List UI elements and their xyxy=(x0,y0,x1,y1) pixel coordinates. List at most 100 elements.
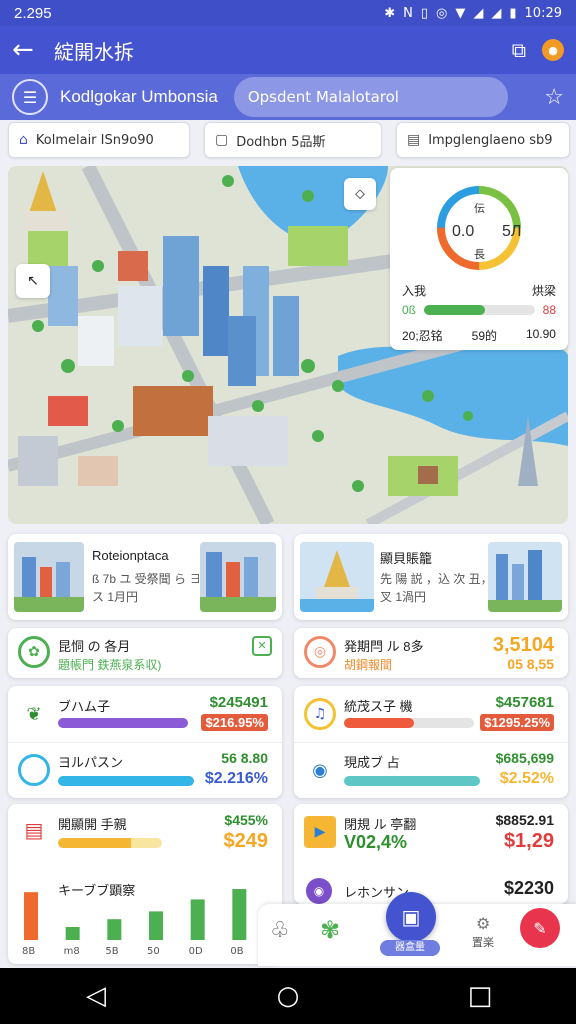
drop-icon: ◉ xyxy=(312,759,328,781)
feature-sub: ス 1月円 xyxy=(92,590,139,604)
chip-list[interactable]: ▤ Impglenglaeno sb9 xyxy=(395,122,570,158)
finance-amount-badge: $216.95% xyxy=(201,714,268,731)
bluetooth-icon: ✱ xyxy=(384,5,396,21)
summary-title: 発期閂 ル 8多 xyxy=(344,639,424,654)
chart-bar xyxy=(65,927,80,940)
chart-tick-label: 0D xyxy=(189,946,203,957)
summary-amount-2: 05 8,55 xyxy=(507,656,554,672)
city-thumbnail-2 xyxy=(200,542,276,612)
feature-sub: 先 陽 説 ，込 次 丑， xyxy=(380,572,493,586)
document-icon: ▤ xyxy=(24,818,44,842)
chart-card[interactable]: ▤ 開顯開 手親 $455% $249 キーブブ顕察 8B m8 5B 50 0D 0B xyxy=(8,804,282,964)
back-triangle-icon[interactable]: ◁ xyxy=(76,981,116,1011)
target-circle-icon: ◎ xyxy=(304,636,336,668)
finance-card-right[interactable]: ♫ 統茂ス子 機 $457681 $1295.25% ◉ 現成ブ 占 $685,… xyxy=(294,686,568,798)
gauge-bottom-label: 長 xyxy=(474,248,485,261)
finance-amount: 56 8.80 xyxy=(221,750,268,766)
status-time: 2.295 xyxy=(14,4,52,22)
app-bar: ← 綻開水拆 ⧉ ● xyxy=(0,26,576,74)
home-circle-icon[interactable]: ○ xyxy=(268,981,308,1011)
gauge-right-value: 5Л xyxy=(502,223,521,240)
chip-calendar[interactable]: ▢ Dodhbn 5品斯 xyxy=(203,122,382,158)
gauge-card: 0.0 5Л 伝 長 入我 烘梁 0ß 88 20;忍铭 59的 10.90 xyxy=(390,168,568,350)
status-bar: 2.295 ✱ N ▯ ◎ ▼ ◢ ◢ ▮ 10:29 xyxy=(0,0,576,26)
summary-sub: 題帳門 鉄燕泉系収) xyxy=(58,658,162,672)
finance-card-lower-right[interactable]: ▶ 閉規 ル 亭翻 V02,4% $8852.91 $1,29 ◉ レホンサン … xyxy=(294,804,568,904)
location-search-field[interactable]: Opsdent Malalotarol xyxy=(233,77,508,117)
gauge-row-label: 烘梁 xyxy=(531,284,556,298)
finance-progress-bar xyxy=(58,776,194,786)
finance-title: ブハム子 xyxy=(58,699,111,714)
chart-tick-label: 0B xyxy=(230,946,243,957)
summary-sub: 胡鋼報間 xyxy=(344,658,393,672)
battery-icon: ▮ xyxy=(509,5,517,21)
center-nav-label: 器盒量 xyxy=(380,940,440,956)
favorite-star-icon[interactable]: ☆ xyxy=(544,85,564,110)
finance-title: 開顯開 手親 xyxy=(58,817,127,832)
profile-badge-icon[interactable]: ● xyxy=(542,39,564,61)
map-locate-icon[interactable]: ↖ xyxy=(16,264,50,298)
divider xyxy=(8,742,282,743)
action-button[interactable]: ✎ xyxy=(520,908,560,948)
center-nav-button[interactable]: ▣ xyxy=(386,892,436,942)
wifi-icon: ▼ xyxy=(455,5,466,21)
chip-home[interactable]: ⌂ Kolmelair ISn9o90 xyxy=(8,122,190,158)
finance-amount-2: $2.216% xyxy=(204,770,268,787)
back-arrow-icon[interactable]: ← xyxy=(12,35,44,65)
finance-amount: $685,699 xyxy=(495,750,554,766)
chart-tick-label: 5B xyxy=(105,946,118,957)
finance-title: 統茂ス子 機 xyxy=(344,699,413,714)
tree-outline-icon[interactable]: ♧ xyxy=(270,918,290,943)
location-name: Kodlgokar Umbonsia xyxy=(60,87,218,106)
summary-card-1[interactable]: ✿ 昆恫 の 各月 題帳門 鉄燕泉系収) ✕ xyxy=(8,628,282,678)
summary-card-2[interactable]: ◎ 発期閂 ル 8多 胡鋼報間 3,5104 05 8,55 xyxy=(294,628,568,678)
finance-progress-bar xyxy=(58,718,188,728)
page-title: 綻開水拆 xyxy=(54,41,134,64)
feature-title: Roteionptaca xyxy=(92,548,169,563)
summary-amount: 3,5104 xyxy=(492,634,554,656)
chart-bar xyxy=(107,919,122,940)
chart-tick-label: m8 xyxy=(64,946,80,957)
filter-chips: ⌂ Kolmelair ISn9o90 ▢ Dodhbn 5品斯 ▤ Impgl… xyxy=(8,122,570,160)
finance-progress-bar xyxy=(58,838,162,848)
profile-circle-icon: ◉ xyxy=(306,878,332,904)
chart-bar xyxy=(149,911,163,940)
finance-amount-badge: $1295.25% xyxy=(480,714,554,731)
feature-title: 顯貝賬籠 xyxy=(380,551,433,566)
gauge-row-label: 59的 xyxy=(471,329,497,343)
menu-icon[interactable]: ☰ xyxy=(12,79,48,115)
checkbox-icon[interactable]: ✕ xyxy=(252,636,272,656)
chart-tick-label: 8B xyxy=(22,946,35,957)
finance-amount-2: V02,4% xyxy=(344,832,408,852)
grid-icon: ▣ xyxy=(401,905,421,929)
nfc-icon: N xyxy=(403,5,413,21)
signal-icon: ◢ xyxy=(473,5,484,21)
finance-amount-3: $1,29 xyxy=(503,830,554,852)
share-icon[interactable]: ⧉ xyxy=(512,38,526,62)
folder-icon: ▶ xyxy=(304,816,336,848)
temple-thumbnail xyxy=(300,542,374,612)
nav-item-4-icon[interactable]: ⚙ xyxy=(476,914,490,933)
gauge-row-label: 0ß xyxy=(402,303,417,317)
pen-icon: ✎ xyxy=(533,918,547,938)
chip-label: Kolmelair ISn9o90 xyxy=(35,132,154,148)
status-right-time: 10:29 xyxy=(524,5,562,21)
sync-icon: ◎ xyxy=(436,5,448,21)
system-nav-bar: ◁ ○ □ xyxy=(0,968,576,1024)
finance-amount: $455% xyxy=(224,812,268,828)
feature-card-1[interactable]: Roteionptaca ß 7b ユ 受祭聞 ら ∃8 ス 1月円 xyxy=(8,534,282,620)
recents-square-icon[interactable]: □ xyxy=(460,981,500,1011)
gauge-row-label: 20;忍铭 xyxy=(402,329,443,343)
gauge-row-label: 88 xyxy=(542,303,556,317)
feature-sub: ß 7b ユ 受祭聞 ら ∃8 xyxy=(92,572,209,586)
finance-title: 現成ブ 占 xyxy=(344,755,400,770)
gauge-progress-bar xyxy=(424,305,535,315)
map-layers-icon[interactable]: ⬦ xyxy=(344,178,376,210)
finance-card-left[interactable]: ❦ ブハム子 $245491 $216.95% ヨルパスン 56 8.80 $2… xyxy=(8,686,282,798)
plant-icon[interactable]: ✾ xyxy=(320,916,340,944)
gauge-row-2: 0ß 88 xyxy=(402,299,556,321)
signal-icon-2: ◢ xyxy=(491,5,502,21)
divider xyxy=(294,742,568,743)
feature-card-2[interactable]: 顯貝賬籠 先 陽 説 ，込 次 丑， 叉 1渦円 xyxy=(294,534,568,620)
nav-item-4-label: 置楽 xyxy=(472,936,494,949)
